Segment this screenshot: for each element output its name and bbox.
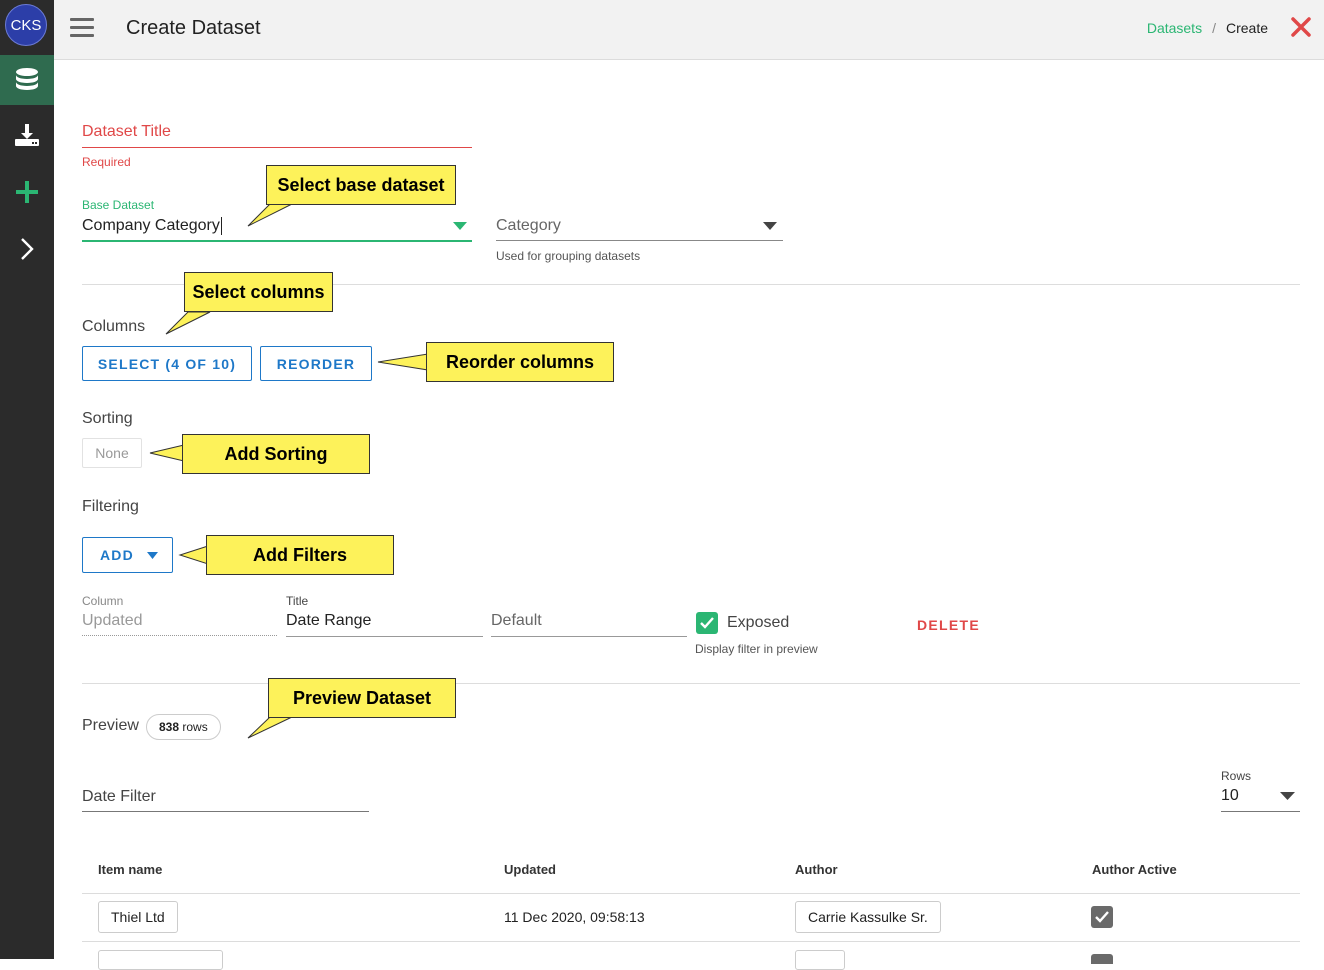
callout-pointers [149,203,429,739]
callout-add-filters: Add Filters [206,535,394,575]
callout-reorder-columns: Reorder columns [426,342,614,382]
callout-preview-dataset: Preview Dataset [268,678,456,718]
callout-select-base-dataset: Select base dataset [266,165,456,205]
callout-add-sorting: Add Sorting [182,434,370,474]
callout-select-columns: Select columns [184,272,333,312]
